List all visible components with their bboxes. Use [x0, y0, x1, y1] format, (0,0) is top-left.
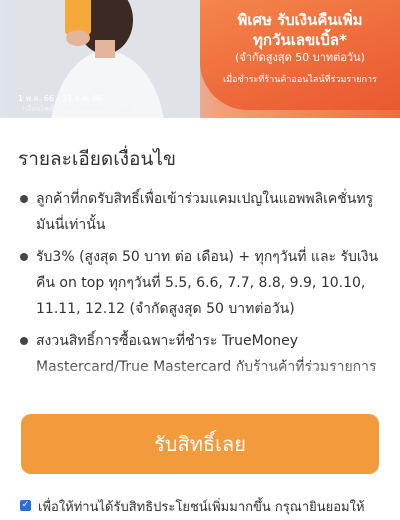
consent-checkbox[interactable]: ✓	[20, 500, 31, 511]
condition-text: ลูกค้าที่กดรับสิทธิ์เพื่อเข้าร่วมแคมเปญใ…	[36, 191, 374, 233]
conditions-list: ลูกค้าที่กดรับสิทธิ์เพื่อเข้าร่วมแคมเปญใ…	[18, 186, 382, 382]
list-fade-overlay	[0, 360, 400, 390]
list-item: ลูกค้าที่กดรับสิทธิ์เพื่อเข้าร่วมแคมเปญใ…	[18, 186, 382, 238]
bullet-icon	[20, 337, 28, 345]
banner-note: *เงื่อนไขเป็นไปตามที่บริษัทฯ กำหนด	[22, 105, 132, 113]
promo-banner: พิเศษ รับเงินคืนเพิ่ม ทุกวันเลขเบิ้ล* (จ…	[0, 0, 400, 118]
consent-text: เพื่อให้ท่านได้รับสิทธิประโยชน์เพิ่มมากข…	[38, 500, 365, 515]
condition-text: รับ3% (สูงสุด 50 บาท ต่อ เดือน) + ทุกๆวั…	[36, 249, 379, 317]
bullet-icon	[20, 195, 28, 203]
section-title: รายละเอียดเงื่อนไข	[18, 148, 176, 170]
banner-line-4: เมื่อชำระที่ร้านค้าออนไลน์ที่ร่วมรายการ	[223, 75, 377, 85]
list-item: รับ3% (สูงสุด 50 บาท ต่อ เดือน) + ทุกๆวั…	[18, 244, 382, 322]
banner-line-3: (จำกัดสูงสุด 50 บาทต่อวัน)	[235, 51, 365, 64]
consent-row[interactable]: ✓ เพื่อให้ท่านได้รับสิทธิประโยชน์เพิ่มมา…	[20, 496, 390, 520]
bullet-icon	[20, 253, 28, 261]
claim-button[interactable]: รับสิทธิ์เลย	[21, 414, 379, 474]
